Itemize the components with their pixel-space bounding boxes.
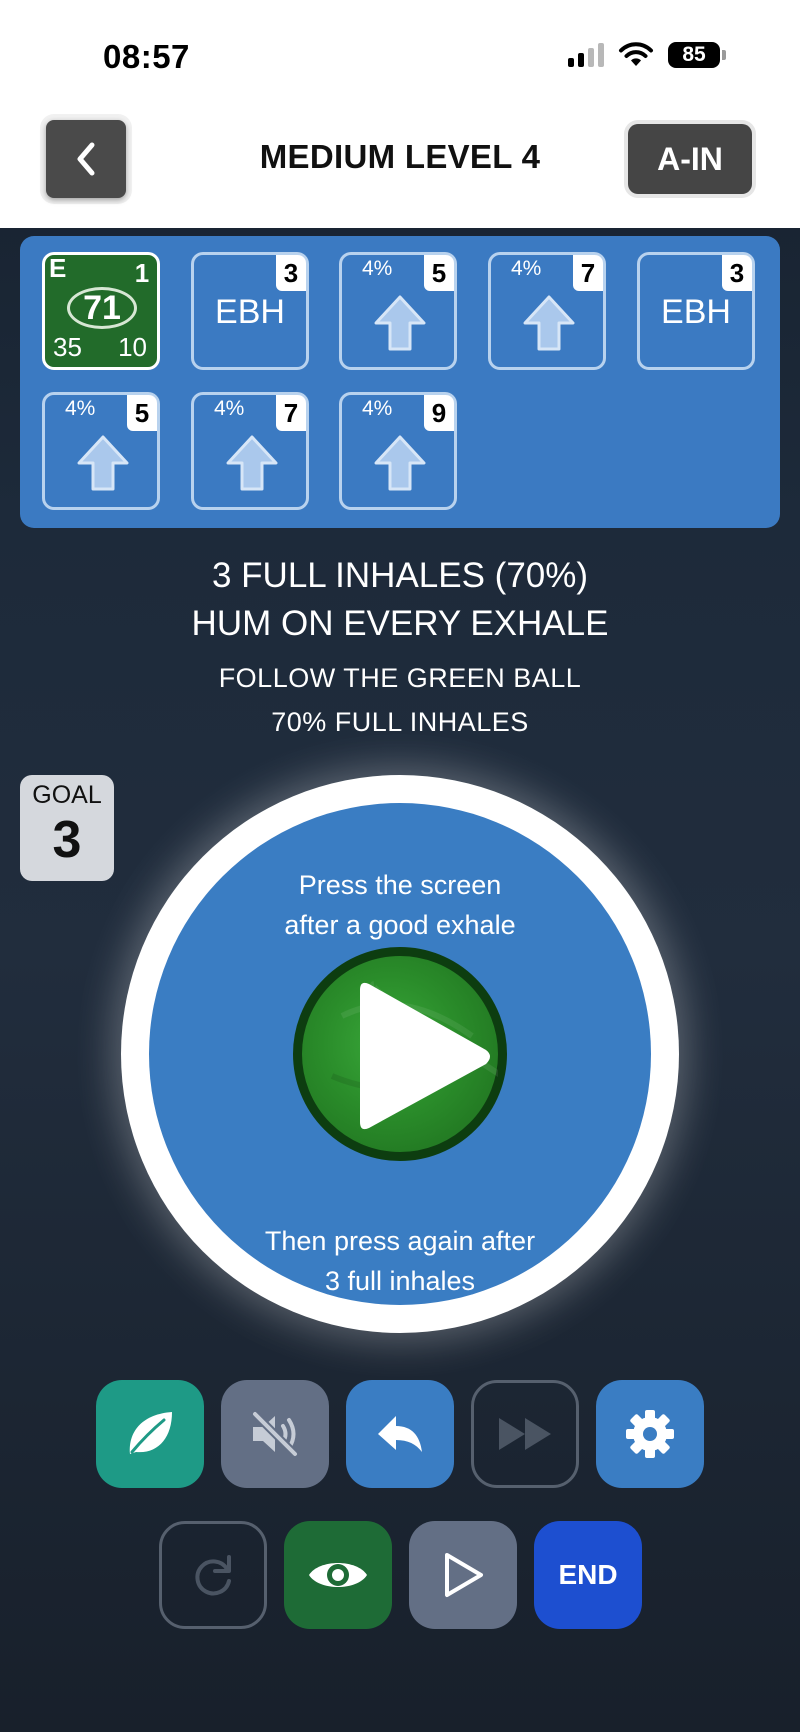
reply-icon: [378, 1416, 422, 1452]
card-bottom-left: 35: [53, 332, 82, 362]
card-score: 71: [67, 287, 137, 329]
breathing-circle-inner: Press the screen after a good exhale The…: [149, 803, 651, 1305]
card-number: 1: [134, 257, 150, 288]
status-icons: 85: [568, 42, 726, 68]
circle-top-text: Press the screen after a good exhale: [149, 865, 651, 945]
instruction-sub-line-1: FOLLOW THE GREEN BALL: [218, 663, 582, 693]
goal-label: GOAL: [32, 781, 102, 809]
exercise-card-arrow[interactable]: 4% 5: [42, 392, 160, 510]
exercise-card-ebh[interactable]: 3 EBH: [191, 252, 309, 370]
up-arrow-icon: [374, 295, 426, 351]
circle-bottom-line-2: 3 full inhales: [324, 1266, 476, 1296]
card-label: EBH: [215, 293, 285, 331]
card-percent: 4%: [511, 257, 542, 280]
exercise-card-arrow[interactable]: 4% 7: [488, 252, 606, 370]
mute-icon: [251, 1410, 299, 1458]
card-number: 9: [424, 395, 454, 431]
visibility-button[interactable]: [284, 1521, 392, 1629]
instruction-sub-line-2: 70% FULL INHALES: [271, 707, 529, 737]
play-button[interactable]: [409, 1521, 517, 1629]
status-time: 08:57: [103, 38, 190, 75]
card-number: 5: [127, 395, 157, 431]
exercise-card-arrow[interactable]: 4% 7: [191, 392, 309, 510]
instruction-line-1: 3 FULL INHALES (70%): [211, 556, 589, 595]
wifi-icon: [619, 42, 653, 66]
play-icon: [330, 981, 498, 1130]
battery-icon: 85: [668, 42, 726, 68]
end-button[interactable]: END: [534, 1521, 642, 1629]
mute-button[interactable]: [221, 1380, 329, 1488]
card-bottom-right: 10: [118, 332, 147, 362]
circle-bottom-text: Then press again after 3 full inhales: [149, 1221, 651, 1301]
up-arrow-icon: [226, 435, 278, 491]
card-label: EBH: [661, 293, 731, 331]
instruction-main: 3 FULL INHALES (70%) HUM ON EVERY EXHALE: [0, 552, 800, 648]
battery-level: 85: [668, 42, 720, 68]
instruction-sub: FOLLOW THE GREEN BALL 70% FULL INHALES: [0, 656, 800, 744]
card-letter: E: [49, 253, 67, 283]
circle-top-line-1: Press the screen: [298, 870, 502, 900]
card-number: 5: [424, 255, 454, 291]
goal-badge: GOAL 3: [20, 775, 114, 881]
card-percent: 4%: [214, 397, 245, 420]
redo-icon: [195, 1555, 231, 1596]
circle-top-line-2: after a good exhale: [284, 910, 516, 940]
gear-icon: [626, 1410, 674, 1458]
exercise-card-arrow[interactable]: 4% 9: [339, 392, 457, 510]
card-percent: 4%: [362, 257, 393, 280]
play-outline-icon: [445, 1553, 483, 1597]
header-area: 08:57 85 MEDIUM LEVEL 4 A-IN: [0, 0, 800, 228]
goal-value: 3: [52, 811, 82, 869]
up-arrow-icon: [77, 435, 129, 491]
leaf-button[interactable]: [96, 1380, 204, 1488]
instruction-line-2: HUM ON EVERY EXHALE: [191, 604, 609, 643]
redo-button[interactable]: [159, 1521, 267, 1629]
back-step-button[interactable]: [346, 1380, 454, 1488]
card-percent: 4%: [65, 397, 96, 420]
fast-forward-icon: [499, 1418, 551, 1450]
eye-icon: [309, 1563, 367, 1587]
exercise-card-ebh[interactable]: 3 EBH: [637, 252, 755, 370]
exercise-card-active[interactable]: E 1 71 35 10: [42, 252, 160, 370]
settings-button[interactable]: [596, 1380, 704, 1488]
card-number: 3: [722, 255, 752, 291]
a-in-button[interactable]: A-IN: [628, 124, 752, 194]
card-percent: 4%: [362, 397, 393, 420]
exercise-card-arrow[interactable]: 4% 5: [339, 252, 457, 370]
up-arrow-icon: [374, 435, 426, 491]
card-number: 7: [573, 255, 603, 291]
fast-forward-button[interactable]: [471, 1380, 579, 1488]
leaf-icon: [129, 1412, 172, 1454]
card-number: 3: [276, 255, 306, 291]
circle-bottom-line-1: Then press again after: [264, 1226, 536, 1256]
play-ball-button[interactable]: [293, 947, 507, 1161]
up-arrow-icon: [523, 295, 575, 351]
card-number: 7: [276, 395, 306, 431]
cellular-signal-icon: [568, 43, 604, 67]
breathing-circle[interactable]: Press the screen after a good exhale The…: [121, 775, 679, 1333]
exercise-cards-panel: E 1 71 35 10 3 EBH 4% 5 4% 7 3 EBH 4% 5: [20, 236, 780, 528]
